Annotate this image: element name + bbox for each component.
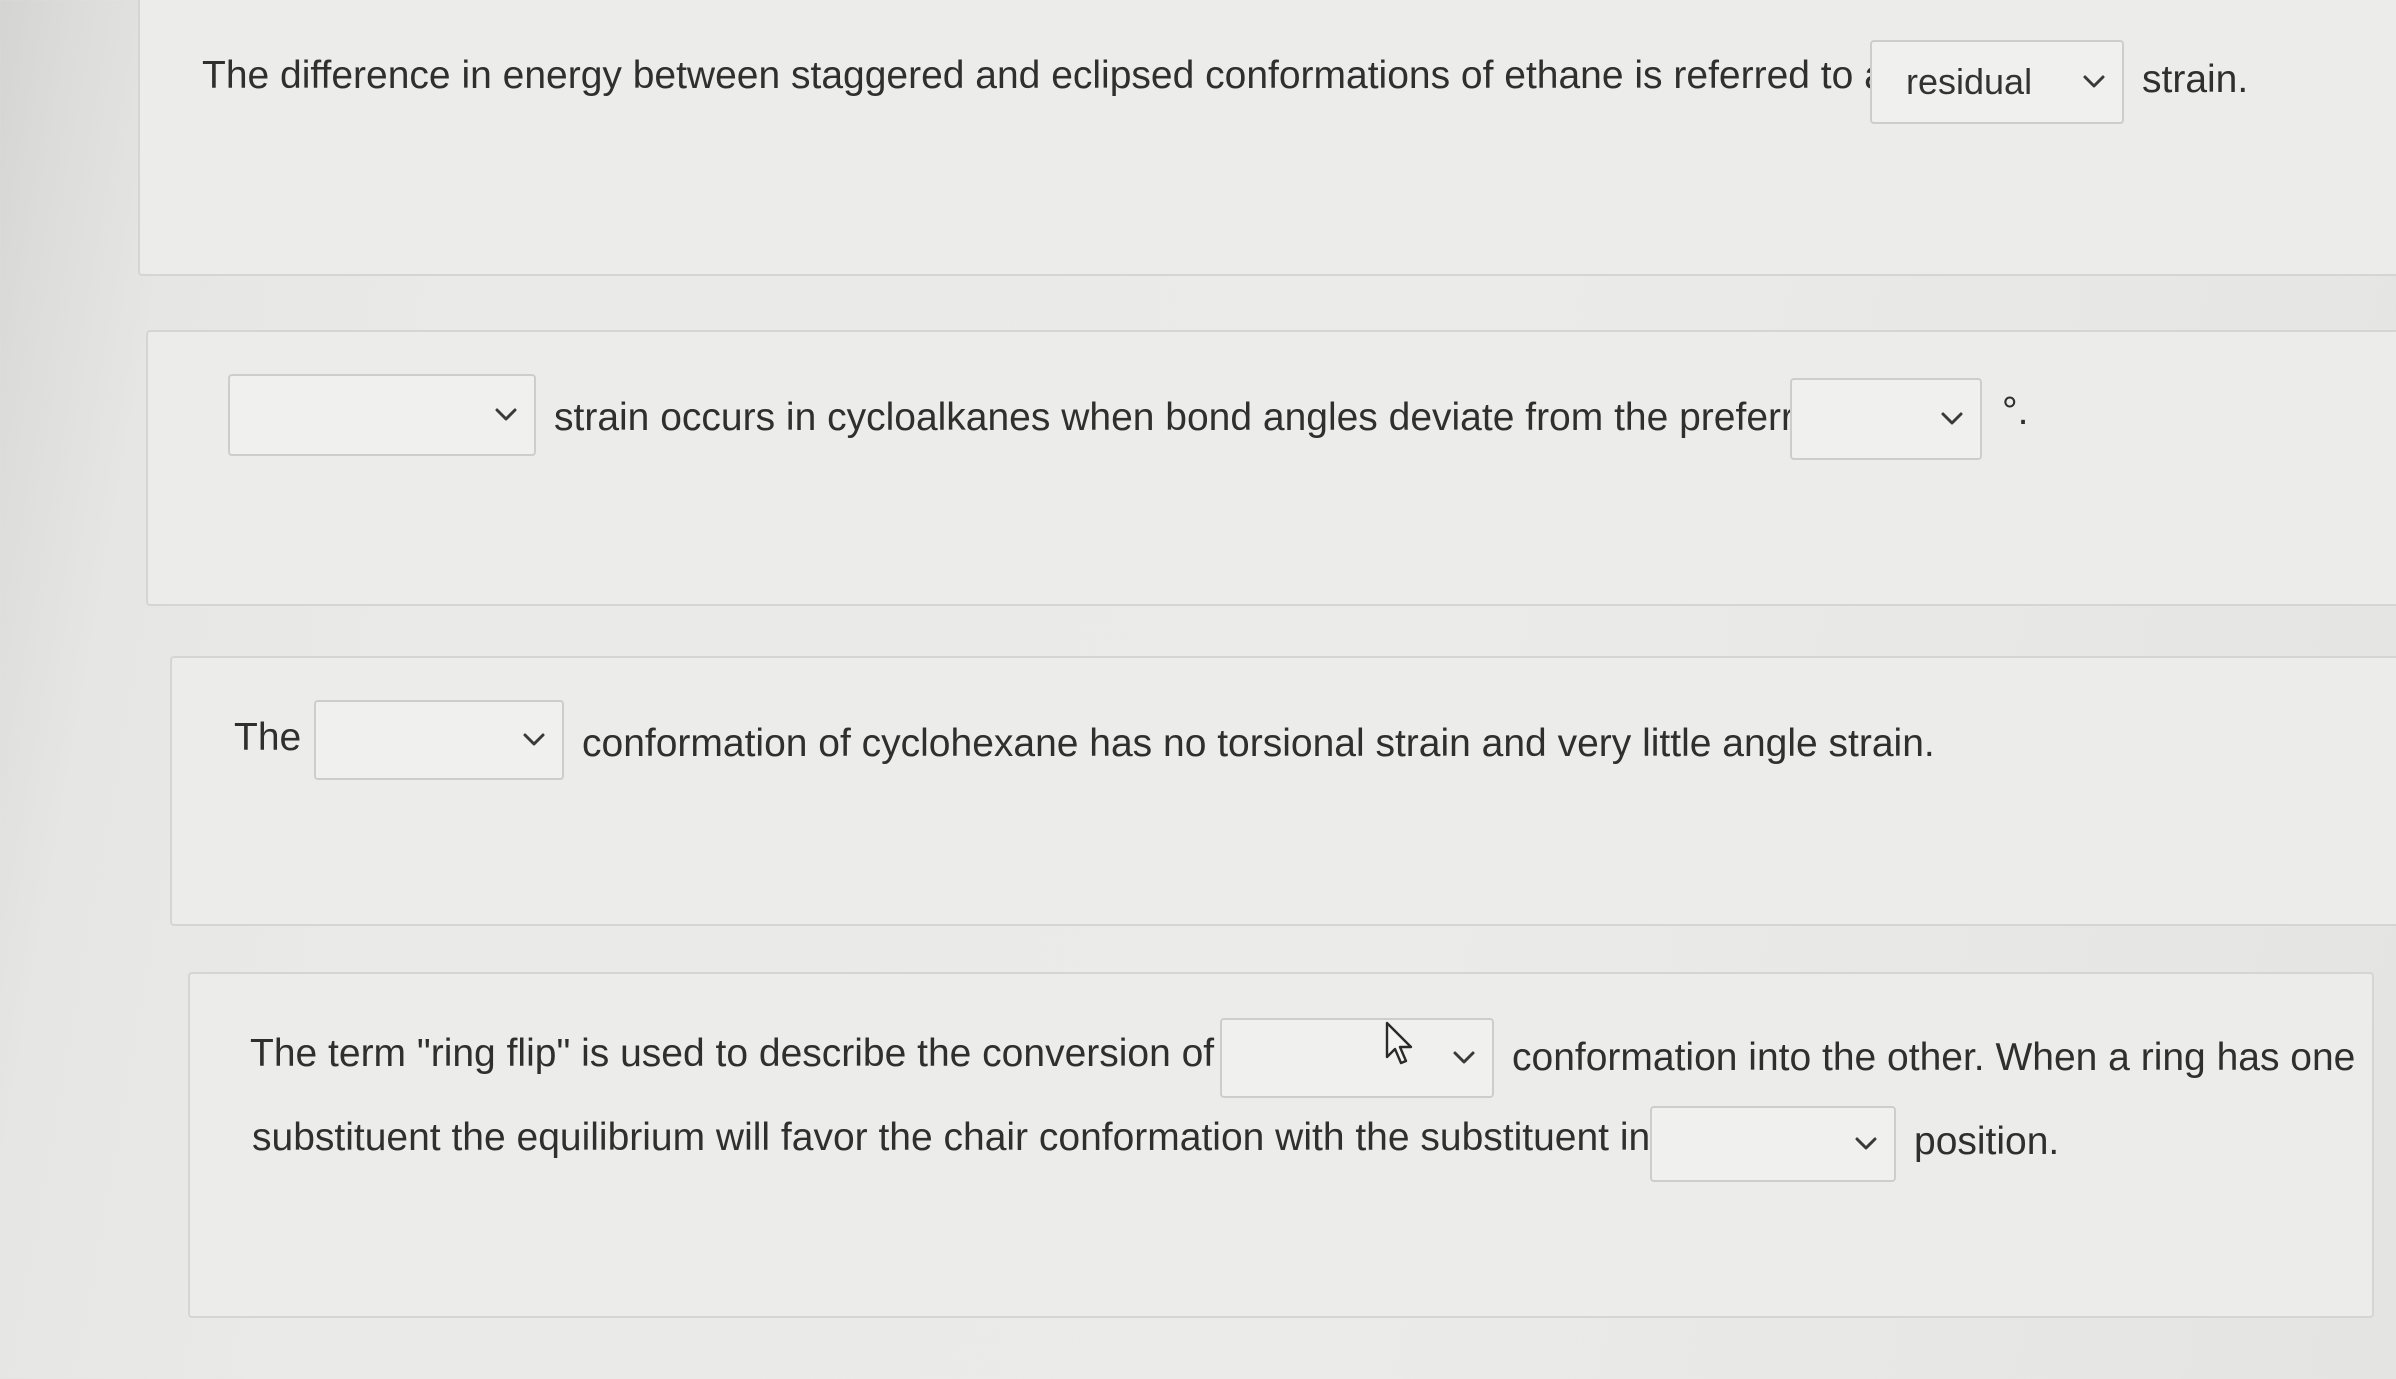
q1-strain-dropdown[interactable]: residual [1870, 40, 2124, 124]
question-card-2 [146, 330, 2396, 606]
q4-text-before: The term "ring flip" is used to describe… [250, 1032, 1291, 1075]
chevron-down-icon [1855, 1137, 1877, 1150]
q1-dropdown-value: residual [1906, 61, 2033, 102]
q1-text-after: strain. [2142, 58, 2249, 101]
q4-position-dropdown[interactable] [1650, 1106, 1896, 1182]
q3-text-after: conformation of cyclohexane has no torsi… [582, 722, 1935, 765]
chevron-down-icon [495, 408, 517, 421]
q4-text-after-select2: position. [1914, 1120, 2060, 1163]
chevron-down-icon [1941, 412, 1963, 425]
question-card-3 [170, 656, 2396, 926]
q4-conformation-dropdown[interactable] [1220, 1018, 1494, 1098]
q4-text-after-select1: conformation into the other. When a ring… [1512, 1036, 2356, 1079]
q4-line2-text: substituent the equilibrium will favor t… [252, 1116, 1716, 1159]
q3-conformation-dropdown[interactable] [314, 700, 564, 780]
mouse-pointer-icon [1385, 1021, 1413, 1065]
q3-text-before: The [234, 716, 302, 759]
q2-degree-text: °. [2002, 390, 2029, 433]
chevron-down-icon [2083, 75, 2105, 88]
q2-angle-dropdown[interactable] [1790, 378, 1982, 460]
q1-text-before: The difference in energy between stagger… [202, 54, 1906, 97]
q2-strain-type-dropdown[interactable] [228, 374, 536, 456]
chevron-down-icon [523, 733, 545, 746]
chevron-down-icon [1453, 1051, 1475, 1064]
q2-text-middle: strain occurs in cycloalkanes when bond … [554, 396, 1838, 439]
